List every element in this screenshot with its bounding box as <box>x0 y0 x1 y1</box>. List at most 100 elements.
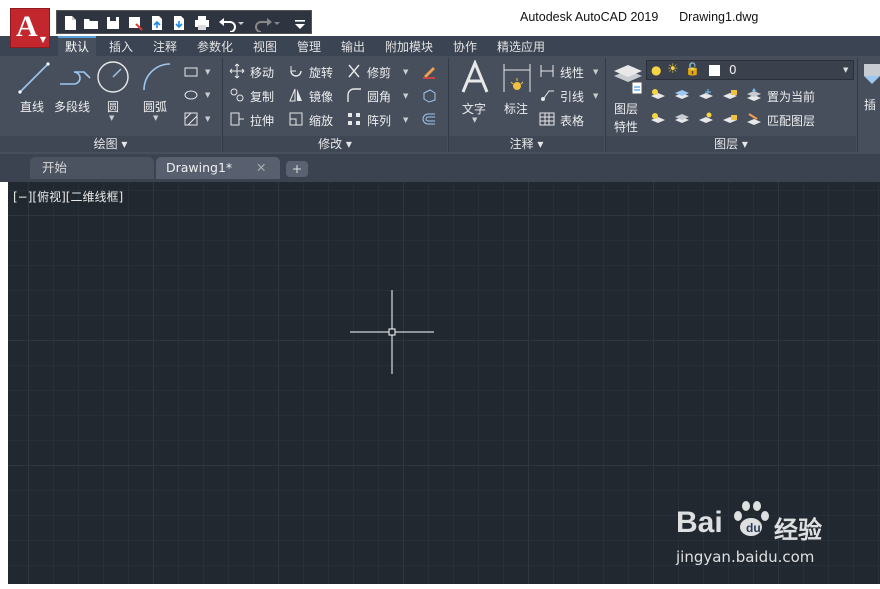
rectangle-icon[interactable] <box>183 64 199 80</box>
new-tab-button[interactable]: + <box>286 161 308 177</box>
layer-stack-icon <box>614 65 643 95</box>
layer-freeze-icon[interactable] <box>698 87 714 103</box>
chevron-down-icon[interactable]: ▼ <box>205 91 210 99</box>
open-icon[interactable] <box>82 14 100 32</box>
explode-icon[interactable] <box>421 87 437 103</box>
trim-icon[interactable] <box>346 63 362 79</box>
tab-output[interactable]: 输出 <box>334 38 372 56</box>
chevron-down-icon[interactable]: ▼ <box>593 92 598 100</box>
tab-parametric[interactable]: 参数化 <box>190 38 240 56</box>
text-tool[interactable]: 文字 ▼ <box>457 60 493 126</box>
viewport-controls-label[interactable]: [−][俯视][二维线框] <box>13 188 123 205</box>
trim-label[interactable]: 修剪 <box>367 64 391 81</box>
move-icon[interactable] <box>229 63 245 79</box>
tab-insert[interactable]: 插入 <box>102 38 140 56</box>
layer-unisolate-icon[interactable] <box>674 111 690 127</box>
linear-dimension-icon[interactable] <box>539 63 555 79</box>
close-icon[interactable]: ✕ <box>256 157 266 179</box>
ellipse-icon[interactable] <box>183 87 199 103</box>
mirror-icon[interactable] <box>288 87 304 103</box>
match-layer-icon[interactable] <box>746 111 762 127</box>
redo-icon[interactable] <box>253 14 281 32</box>
undo-icon[interactable] <box>217 14 245 32</box>
chevron-down-icon[interactable]: ▼ <box>403 68 408 76</box>
scale-icon[interactable] <box>288 111 304 127</box>
tab-addins[interactable]: 附加模块 <box>378 38 440 56</box>
scale-label[interactable]: 缩放 <box>309 112 333 129</box>
stretch-label[interactable]: 拉伸 <box>250 112 274 129</box>
circle-tool[interactable]: 圆 ▼ <box>96 60 130 124</box>
tab-featured-apps[interactable]: 精选应用 <box>490 38 552 56</box>
tab-start[interactable]: 开始 <box>30 157 154 179</box>
polyline-tool[interactable]: 多段线 <box>54 60 96 120</box>
draw-panel-title[interactable]: 绘图 ▾ <box>0 136 221 152</box>
rotate-label[interactable]: 旋转 <box>309 64 333 81</box>
tab-annotate[interactable]: 注释 <box>146 38 184 56</box>
layers-panel-title[interactable]: 图层 ▾ <box>606 136 856 152</box>
upload-icon[interactable] <box>148 14 166 32</box>
save-icon[interactable] <box>104 14 122 32</box>
mirror-label[interactable]: 镜像 <box>309 88 333 105</box>
layer-unlock-icon[interactable] <box>722 111 738 127</box>
array-label[interactable]: 阵列 <box>367 112 391 129</box>
layer-thaw-icon[interactable] <box>698 111 714 127</box>
stretch-icon[interactable] <box>229 111 245 127</box>
layer-lock-icon[interactable] <box>722 87 738 103</box>
chevron-down-icon[interactable]: ▼ <box>153 114 158 122</box>
hatch-icon[interactable] <box>183 111 199 127</box>
arc-tool[interactable]: 圆弧 ▼ <box>140 60 174 124</box>
layer-isolate-icon[interactable] <box>674 87 690 103</box>
application-menu-button[interactable]: A ▼ <box>10 8 50 48</box>
chevron-down-icon[interactable]: ▼ <box>403 116 408 124</box>
arc-icon <box>143 63 171 91</box>
copy-icon[interactable] <box>229 87 245 103</box>
text-label: 文字 <box>462 102 487 116</box>
tab-manage[interactable]: 管理 <box>290 38 328 56</box>
fillet-icon[interactable] <box>346 87 362 103</box>
layer-dropdown[interactable]: ● ☀ 🔓 0 ▼ <box>646 60 854 80</box>
customize-icon[interactable] <box>293 14 307 32</box>
save-as-icon[interactable] <box>126 14 144 32</box>
chevron-down-icon[interactable]: ▼ <box>472 116 477 124</box>
tab-collaborate[interactable]: 协作 <box>446 38 484 56</box>
insert-block-icon[interactable] <box>862 62 880 90</box>
chevron-down-icon[interactable]: ▼ <box>109 114 114 122</box>
dimension-tool[interactable]: 标注 <box>499 60 535 120</box>
chevron-down-icon[interactable]: ▼ <box>403 92 408 100</box>
copy-label[interactable]: 复制 <box>250 88 274 105</box>
insert-label[interactable]: 插 <box>864 96 876 113</box>
linear-label[interactable]: 线性 <box>560 64 584 81</box>
leader-icon[interactable] <box>539 87 555 103</box>
annotation-panel-title[interactable]: 注释 ▾ <box>449 136 604 152</box>
tab-view[interactable]: 视图 <box>246 38 284 56</box>
sun-icon: ☀ <box>667 62 679 77</box>
tab-default[interactable]: 默认 <box>58 36 96 58</box>
rotate-icon[interactable] <box>288 63 304 79</box>
chevron-down-icon[interactable]: ▼ <box>593 68 598 76</box>
erase-icon[interactable] <box>421 63 437 79</box>
chevron-down-icon[interactable]: ▼ <box>205 68 210 76</box>
leader-label[interactable]: 引线 <box>560 88 584 105</box>
dimension-icon <box>503 64 531 92</box>
table-icon[interactable] <box>539 111 555 127</box>
layer-on-icon[interactable] <box>650 111 666 127</box>
line-tool[interactable]: 直线 <box>14 60 54 120</box>
layer-properties-tool[interactable]: 图层 特性 <box>610 60 646 134</box>
array-icon[interactable] <box>346 111 362 127</box>
table-label[interactable]: 表格 <box>560 112 584 129</box>
set-current-label[interactable]: 置为当前 <box>767 88 815 105</box>
download-icon[interactable] <box>170 14 188 32</box>
layer-off-icon[interactable] <box>650 87 666 103</box>
modify-panel-title[interactable]: 修改 ▾ <box>223 136 447 152</box>
watermark-suffix: 经验 <box>774 516 822 544</box>
chevron-down-icon[interactable]: ▼ <box>205 115 210 123</box>
move-label[interactable]: 移动 <box>250 64 274 81</box>
paw-icon: du <box>734 501 769 536</box>
tab-drawing1[interactable]: Drawing1* ✕ <box>156 157 280 179</box>
new-icon[interactable] <box>61 14 79 32</box>
fillet-label[interactable]: 圆角 <box>367 88 391 105</box>
print-icon[interactable] <box>193 14 211 32</box>
offset-icon[interactable] <box>421 111 437 127</box>
match-layer-label[interactable]: 匹配图层 <box>767 112 815 129</box>
set-current-icon[interactable] <box>746 87 762 103</box>
